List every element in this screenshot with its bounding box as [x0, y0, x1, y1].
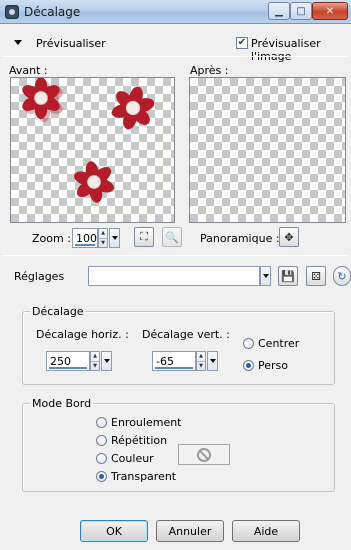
- pan-label: Panoramique :: [200, 232, 280, 245]
- custom-label: Perso: [258, 359, 288, 372]
- vert-offset-spinner[interactable]: ▲ ▼: [196, 351, 206, 371]
- repeat-radio[interactable]: [96, 435, 107, 446]
- offset-group-label: Décalage: [30, 305, 86, 318]
- spin-down-icon: ▼: [197, 360, 205, 371]
- dice-icon: ⚄: [311, 269, 321, 283]
- color-label: Couleur: [111, 452, 154, 465]
- before-preview[interactable]: [10, 77, 175, 223]
- zoom-spinner[interactable]: ▲ ▼: [98, 228, 108, 248]
- vert-offset-value: -65: [156, 354, 174, 368]
- center-radio[interactable]: [243, 338, 254, 349]
- maximize-button[interactable]: □: [290, 2, 312, 20]
- close-button[interactable]: ✕: [312, 2, 348, 20]
- help-button[interactable]: Aide: [232, 520, 300, 542]
- spin-up-icon: ▲: [101, 230, 105, 237]
- zoom-label: Zoom :: [32, 232, 71, 245]
- preview-toggle-label[interactable]: Prévisualiser: [36, 37, 106, 50]
- spin-down-icon: ▼: [99, 237, 107, 248]
- presets-dropdown-arrow[interactable]: [260, 266, 271, 286]
- reset-button[interactable]: ↻: [333, 266, 351, 286]
- presets-label: Réglages: [14, 270, 65, 283]
- zoom-fit-button[interactable]: ⛶: [134, 227, 154, 247]
- pan-move-icon: ✥: [284, 230, 294, 244]
- transparent-radio[interactable]: [96, 471, 107, 482]
- spin-up-icon: ▲: [93, 353, 97, 360]
- minimize-icon: ▁: [275, 5, 283, 17]
- vert-offset-dropdown[interactable]: [207, 351, 218, 371]
- zoom-dropdown-arrow[interactable]: [109, 228, 120, 248]
- repeat-label: Répétition: [111, 434, 168, 447]
- wrap-label: Enroulement: [111, 416, 182, 429]
- after-label: Après :: [190, 64, 229, 77]
- edge-mode-group-label: Mode Bord: [30, 397, 94, 410]
- horiz-offset-dropdown[interactable]: [101, 351, 112, 371]
- checkmark-icon: ✔: [237, 37, 247, 48]
- minimize-button[interactable]: ▁: [268, 2, 290, 20]
- close-icon: ✕: [325, 5, 335, 17]
- reset-arrow-icon: ↻: [337, 269, 347, 283]
- wrap-radio[interactable]: [96, 417, 107, 428]
- vert-offset-input[interactable]: -65: [152, 351, 196, 371]
- save-disk-icon: 💾: [281, 269, 295, 283]
- window-title: Décalage: [24, 5, 81, 19]
- edge-color-swatch[interactable]: [178, 444, 230, 465]
- flowers-image: [19, 78, 161, 207]
- color-radio[interactable]: [96, 453, 107, 464]
- show-preview-image-checkbox[interactable]: ✔: [236, 37, 248, 49]
- show-preview-image-label: Prévisualiser l'image: [251, 37, 321, 63]
- fit-window-icon: ⛶: [140, 230, 148, 243]
- custom-radio[interactable]: [243, 360, 254, 371]
- save-preset-button[interactable]: 💾: [278, 266, 298, 286]
- horiz-offset-value: 250: [50, 354, 71, 368]
- vert-offset-label: Décalage vert. :: [142, 328, 230, 341]
- randomize-button[interactable]: ⚄: [306, 266, 326, 286]
- divider: [2, 56, 349, 57]
- horiz-offset-spinner[interactable]: ▲ ▼: [90, 351, 100, 371]
- divider: [2, 255, 349, 256]
- spin-up-icon: ▲: [199, 353, 203, 360]
- app-icon: [5, 5, 19, 19]
- maximize-icon: □: [296, 5, 306, 17]
- center-label: Centrer: [258, 337, 300, 350]
- zoom-input[interactable]: 100: [72, 228, 98, 248]
- pan-button[interactable]: ✥: [279, 227, 299, 247]
- zoom-magnify-button[interactable]: 🔍: [162, 227, 182, 247]
- collapse-preview-icon[interactable]: [14, 40, 22, 45]
- cancel-button[interactable]: Annuler: [156, 520, 224, 542]
- horiz-offset-input[interactable]: 250: [46, 351, 90, 371]
- zoom-value: 100: [76, 231, 97, 245]
- ok-button[interactable]: OK: [80, 520, 148, 542]
- horiz-offset-label: Décalage horiz. :: [36, 328, 129, 341]
- presets-combo[interactable]: [88, 266, 260, 286]
- spin-down-icon: ▼: [91, 360, 99, 371]
- after-preview[interactable]: [189, 77, 346, 223]
- magnifier-icon: 🔍: [165, 230, 179, 244]
- before-label: Avant :: [9, 64, 48, 77]
- disabled-icon: [197, 447, 211, 462]
- transparent-label: Transparent: [111, 470, 177, 483]
